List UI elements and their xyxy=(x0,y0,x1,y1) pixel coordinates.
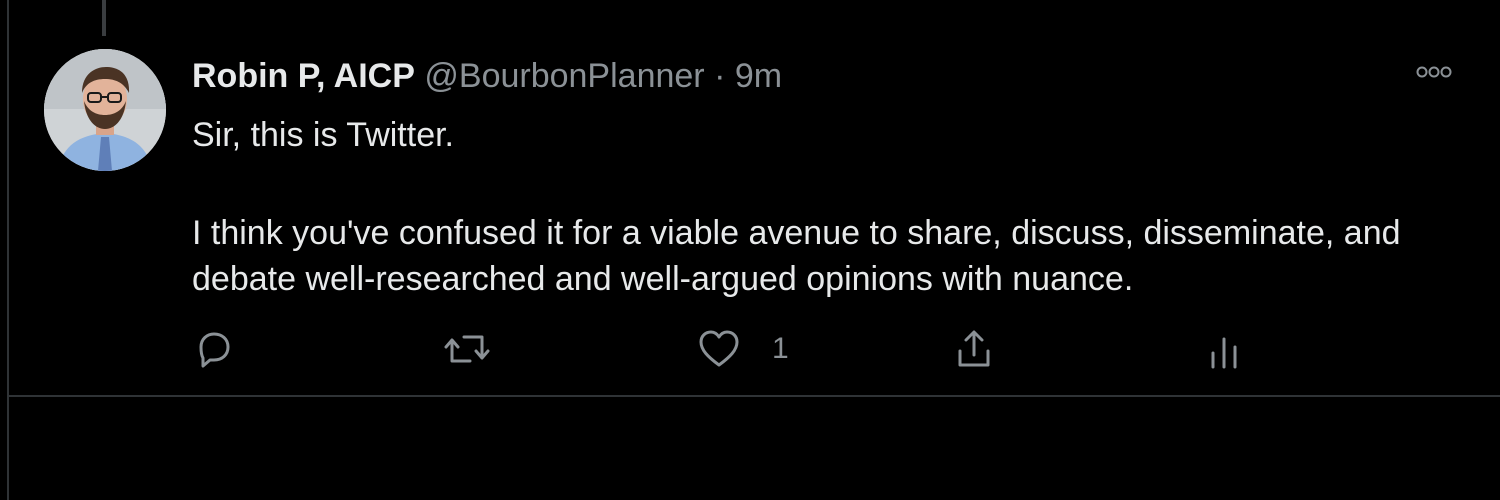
like-button[interactable]: 1 xyxy=(696,326,789,372)
tweet-actions: 1 xyxy=(192,326,1292,372)
more-icon xyxy=(1416,66,1452,78)
tweet-text: Sir, this is Twitter. I think you've con… xyxy=(192,112,1472,302)
tweet-text-line: Sir, this is Twitter. xyxy=(192,116,455,154)
reply-button[interactable] xyxy=(192,326,236,372)
author-name[interactable]: Robin P, AICP xyxy=(192,57,415,95)
reply-icon xyxy=(199,332,230,368)
like-count: 1 xyxy=(772,332,789,365)
tweet-divider xyxy=(9,395,1500,397)
author-handle[interactable]: @BourbonPlanner xyxy=(424,57,704,95)
retweet-button[interactable] xyxy=(442,326,492,372)
tweet-header: Robin P, AICP @BourbonPlanner · 9m xyxy=(192,56,782,96)
retweet-icon xyxy=(444,335,490,363)
header-separator: · xyxy=(714,57,726,95)
tweet-timestamp[interactable]: 9m xyxy=(735,57,782,95)
heart-icon xyxy=(699,330,739,367)
share-icon xyxy=(958,330,990,367)
more-options-button[interactable] xyxy=(1410,60,1458,84)
share-button[interactable] xyxy=(952,326,996,372)
timeline-border xyxy=(7,0,9,500)
analytics-button[interactable] xyxy=(1204,326,1244,372)
tweet-text-line: I think you've confused it for a viable … xyxy=(192,214,1401,298)
avatar[interactable] xyxy=(44,49,166,171)
analytics-icon xyxy=(1211,337,1237,369)
tweet-view: Robin P, AICP @BourbonPlanner · 9m Sir, … xyxy=(0,0,1500,500)
avatar-portrait-icon xyxy=(44,49,166,171)
thread-connector-line xyxy=(102,0,106,36)
